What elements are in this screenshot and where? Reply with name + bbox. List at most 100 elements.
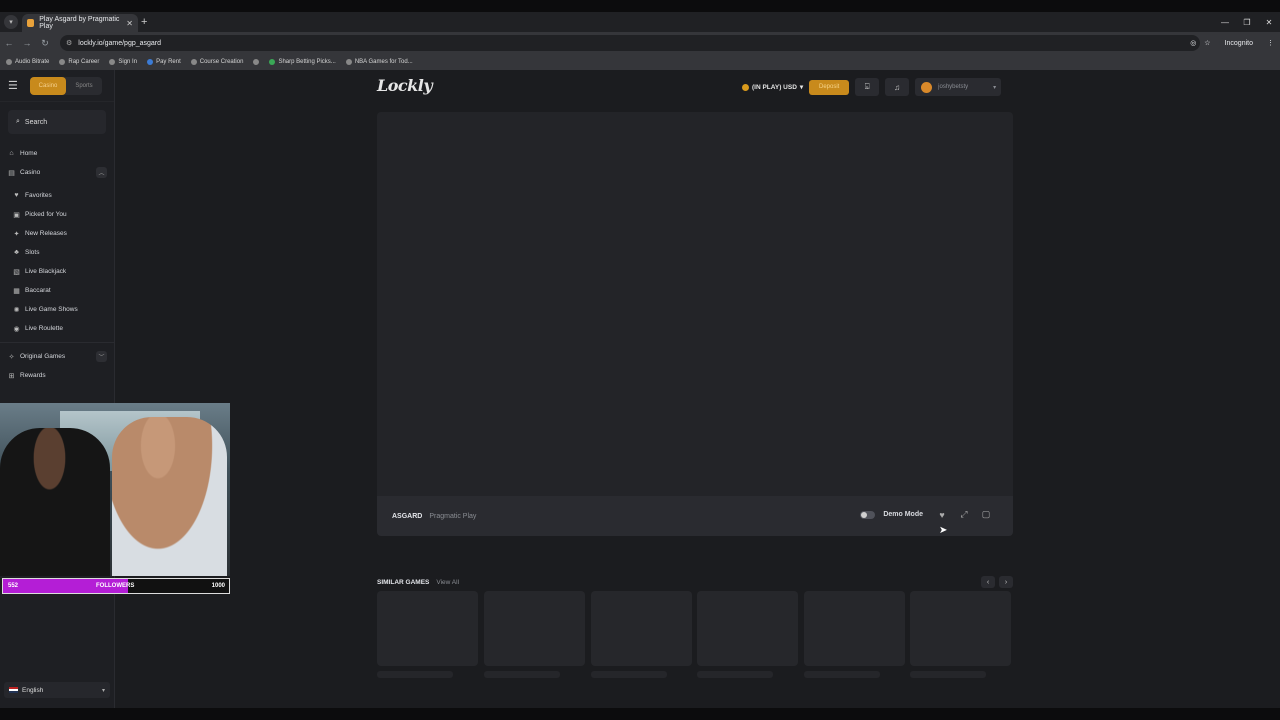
sidebar-item-live-game-shows[interactable]: ✺ Live Game Shows bbox=[0, 300, 114, 319]
balance-selector[interactable]: (IN PLAY) USD ▾ bbox=[742, 83, 803, 91]
sidebar-item-live-blackjack[interactable]: ▧ Live Blackjack bbox=[0, 262, 114, 281]
heart-icon[interactable]: ♥ bbox=[935, 510, 949, 520]
collapse-icon[interactable]: ︿ bbox=[96, 167, 107, 178]
sidebar-search[interactable]: ⌕ Search bbox=[8, 110, 106, 134]
game-card[interactable] bbox=[484, 591, 585, 666]
bookmark-item[interactable]: Sign In bbox=[109, 59, 137, 65]
chevron-down-icon: ▾ bbox=[993, 84, 997, 91]
sparkle-icon: ✦ bbox=[13, 230, 20, 238]
similar-games-header: SIMILAR GAMES View All ‹ › bbox=[377, 575, 1013, 589]
bookmark-item[interactable] bbox=[253, 59, 260, 65]
reload-icon[interactable]: ↻ bbox=[36, 38, 54, 49]
fullscreen-icon[interactable]: ▢ bbox=[979, 509, 993, 520]
notifications-button[interactable]: ♫ bbox=[885, 78, 910, 96]
gift-icon: ⊞ bbox=[8, 372, 15, 380]
follower-goal: 1000 bbox=[211, 583, 225, 589]
search-icon: ⌕ bbox=[16, 118, 20, 125]
sidebar-item-label: Picked for You bbox=[25, 211, 67, 218]
bookmark-item[interactable]: Course Creation bbox=[190, 59, 243, 65]
bookmark-item[interactable]: Sharp Betting Picks... bbox=[269, 59, 336, 65]
bookmark-star-icon[interactable]: ☆ bbox=[1204, 39, 1210, 47]
sidebar-item-live-roulette[interactable]: ◉ Live Roulette bbox=[0, 319, 114, 338]
similar-games-list bbox=[377, 591, 1013, 681]
casino-sports-switch: Casino Sports bbox=[30, 76, 102, 95]
sidebar-item-label: Original Games bbox=[20, 353, 66, 360]
site-logo[interactable]: Lockly bbox=[377, 76, 433, 95]
sidebar-item-home[interactable]: ⌂ Home bbox=[0, 144, 114, 163]
deposit-button[interactable]: Deposit bbox=[809, 79, 850, 95]
header-actions: (IN PLAY) USD ▾ Deposit ⌺ ♫ joshybetsty … bbox=[742, 78, 1002, 96]
tab-close-icon[interactable]: ✕ bbox=[126, 19, 133, 28]
view-all-link[interactable]: View All bbox=[436, 579, 459, 586]
tab-search-icon[interactable]: ▾ bbox=[4, 15, 18, 29]
chevron-right-icon[interactable]: › bbox=[999, 576, 1013, 588]
sidebar-item-casino[interactable]: ▤ Casino ︿ bbox=[0, 163, 114, 182]
expand-icon[interactable]: ﹀ bbox=[96, 351, 107, 362]
cherry-icon: ♣ bbox=[14, 249, 19, 256]
game-card-title-placeholder bbox=[484, 671, 560, 678]
address-bar[interactable]: ⚙ lockly.io/game/pgp_asgard bbox=[60, 35, 1200, 51]
sidebar-item-label: Slots bbox=[25, 249, 40, 256]
sidebar-item-label: Live Roulette bbox=[25, 325, 63, 332]
back-icon[interactable]: ← bbox=[0, 38, 18, 48]
sidebar-item-rewards[interactable]: ⊞ Rewards bbox=[0, 366, 114, 385]
restore-icon[interactable]: ❐ bbox=[1236, 18, 1258, 27]
demo-mode-toggle[interactable] bbox=[860, 510, 876, 519]
chevron-left-icon[interactable]: ‹ bbox=[981, 576, 995, 588]
sidebar-item-slots[interactable]: ♣ Slots bbox=[0, 243, 114, 262]
sports-tab[interactable]: Sports bbox=[66, 77, 102, 95]
sidebar-item-original-games[interactable]: ✧ Original Games ﹀ bbox=[0, 347, 114, 366]
close-window-icon[interactable]: ✕ bbox=[1258, 18, 1280, 27]
game-card[interactable] bbox=[377, 591, 478, 666]
incognito-label: Incognito bbox=[1224, 39, 1253, 47]
forward-icon[interactable]: → bbox=[18, 38, 36, 48]
omnibox-actions: ◎ ☆ Incognito ⋮ bbox=[1190, 35, 1274, 51]
gift-button[interactable]: ⌺ bbox=[855, 78, 880, 96]
bookmark-item[interactable]: Pay Rent bbox=[147, 59, 181, 65]
game-card[interactable] bbox=[804, 591, 905, 666]
new-tab-icon[interactable]: + bbox=[141, 16, 147, 28]
bookmark-item[interactable]: Audio Bitrate bbox=[6, 59, 49, 65]
incognito-badge[interactable]: Incognito bbox=[1218, 37, 1259, 49]
bookmark-label: Audio Bitrate bbox=[15, 59, 50, 65]
us-flag-icon bbox=[9, 687, 18, 693]
browser-tab[interactable]: Play Asgard by Pragmatic Play ✕ bbox=[22, 14, 138, 32]
language-label: English bbox=[22, 686, 44, 694]
game-card[interactable] bbox=[910, 591, 1011, 666]
chevron-down-icon: ▾ bbox=[799, 84, 804, 91]
mouse-cursor-icon: ➤ bbox=[939, 525, 948, 536]
game-card[interactable] bbox=[697, 591, 798, 666]
bookmark-item[interactable]: Rap Career bbox=[59, 59, 99, 65]
bookmark-favicon-icon bbox=[253, 59, 260, 65]
minimize-icon[interactable]: — bbox=[1214, 18, 1236, 27]
game-frame[interactable] bbox=[377, 112, 1013, 496]
balance-label: (IN PLAY) USD bbox=[752, 83, 797, 91]
bookmark-favicon-icon bbox=[345, 59, 352, 65]
bookmark-favicon-icon bbox=[6, 59, 12, 65]
webcam-person-left bbox=[0, 428, 110, 576]
expand-icon[interactable]: ⤢ bbox=[957, 509, 971, 520]
sidebar-item-new-releases[interactable]: ✦ New Releases bbox=[0, 224, 114, 243]
sidebar-item-baccarat[interactable]: ▦ Baccarat bbox=[0, 281, 114, 300]
window-controls: — ❐ ✕ bbox=[1214, 12, 1280, 32]
bookmark-favicon-icon bbox=[190, 59, 197, 65]
os-bottom-strip bbox=[0, 708, 1280, 720]
bookmark-item[interactable]: NBA Games for Tod... bbox=[345, 59, 413, 65]
bookmark-label: Rap Career bbox=[68, 59, 100, 65]
demo-mode-label: Demo Mode bbox=[883, 511, 923, 518]
game-card[interactable] bbox=[591, 591, 692, 666]
casino-tab[interactable]: Casino bbox=[30, 76, 66, 95]
site-info-icon[interactable]: ⚙ bbox=[66, 39, 72, 47]
game-show-icon: ✺ bbox=[13, 306, 20, 314]
webcam-person-right bbox=[112, 417, 227, 576]
eye-off-icon[interactable]: ◎ bbox=[1190, 39, 1196, 47]
game-provider[interactable]: Pragmatic Play bbox=[429, 513, 476, 520]
sidebar-item-picked-for-you[interactable]: ▣ Picked for You bbox=[0, 205, 114, 224]
avatar bbox=[921, 81, 933, 93]
language-select[interactable]: English ▾ bbox=[4, 682, 110, 698]
user-menu[interactable]: joshybetsty ▾ bbox=[915, 78, 1002, 96]
browser-menu-icon[interactable]: ⋮ bbox=[1267, 39, 1274, 47]
sidebar-item-favorites[interactable]: ♥ Favorites bbox=[0, 186, 114, 205]
menu-icon[interactable]: ☰ bbox=[8, 79, 24, 92]
gift-icon: ⌺ bbox=[864, 82, 870, 91]
